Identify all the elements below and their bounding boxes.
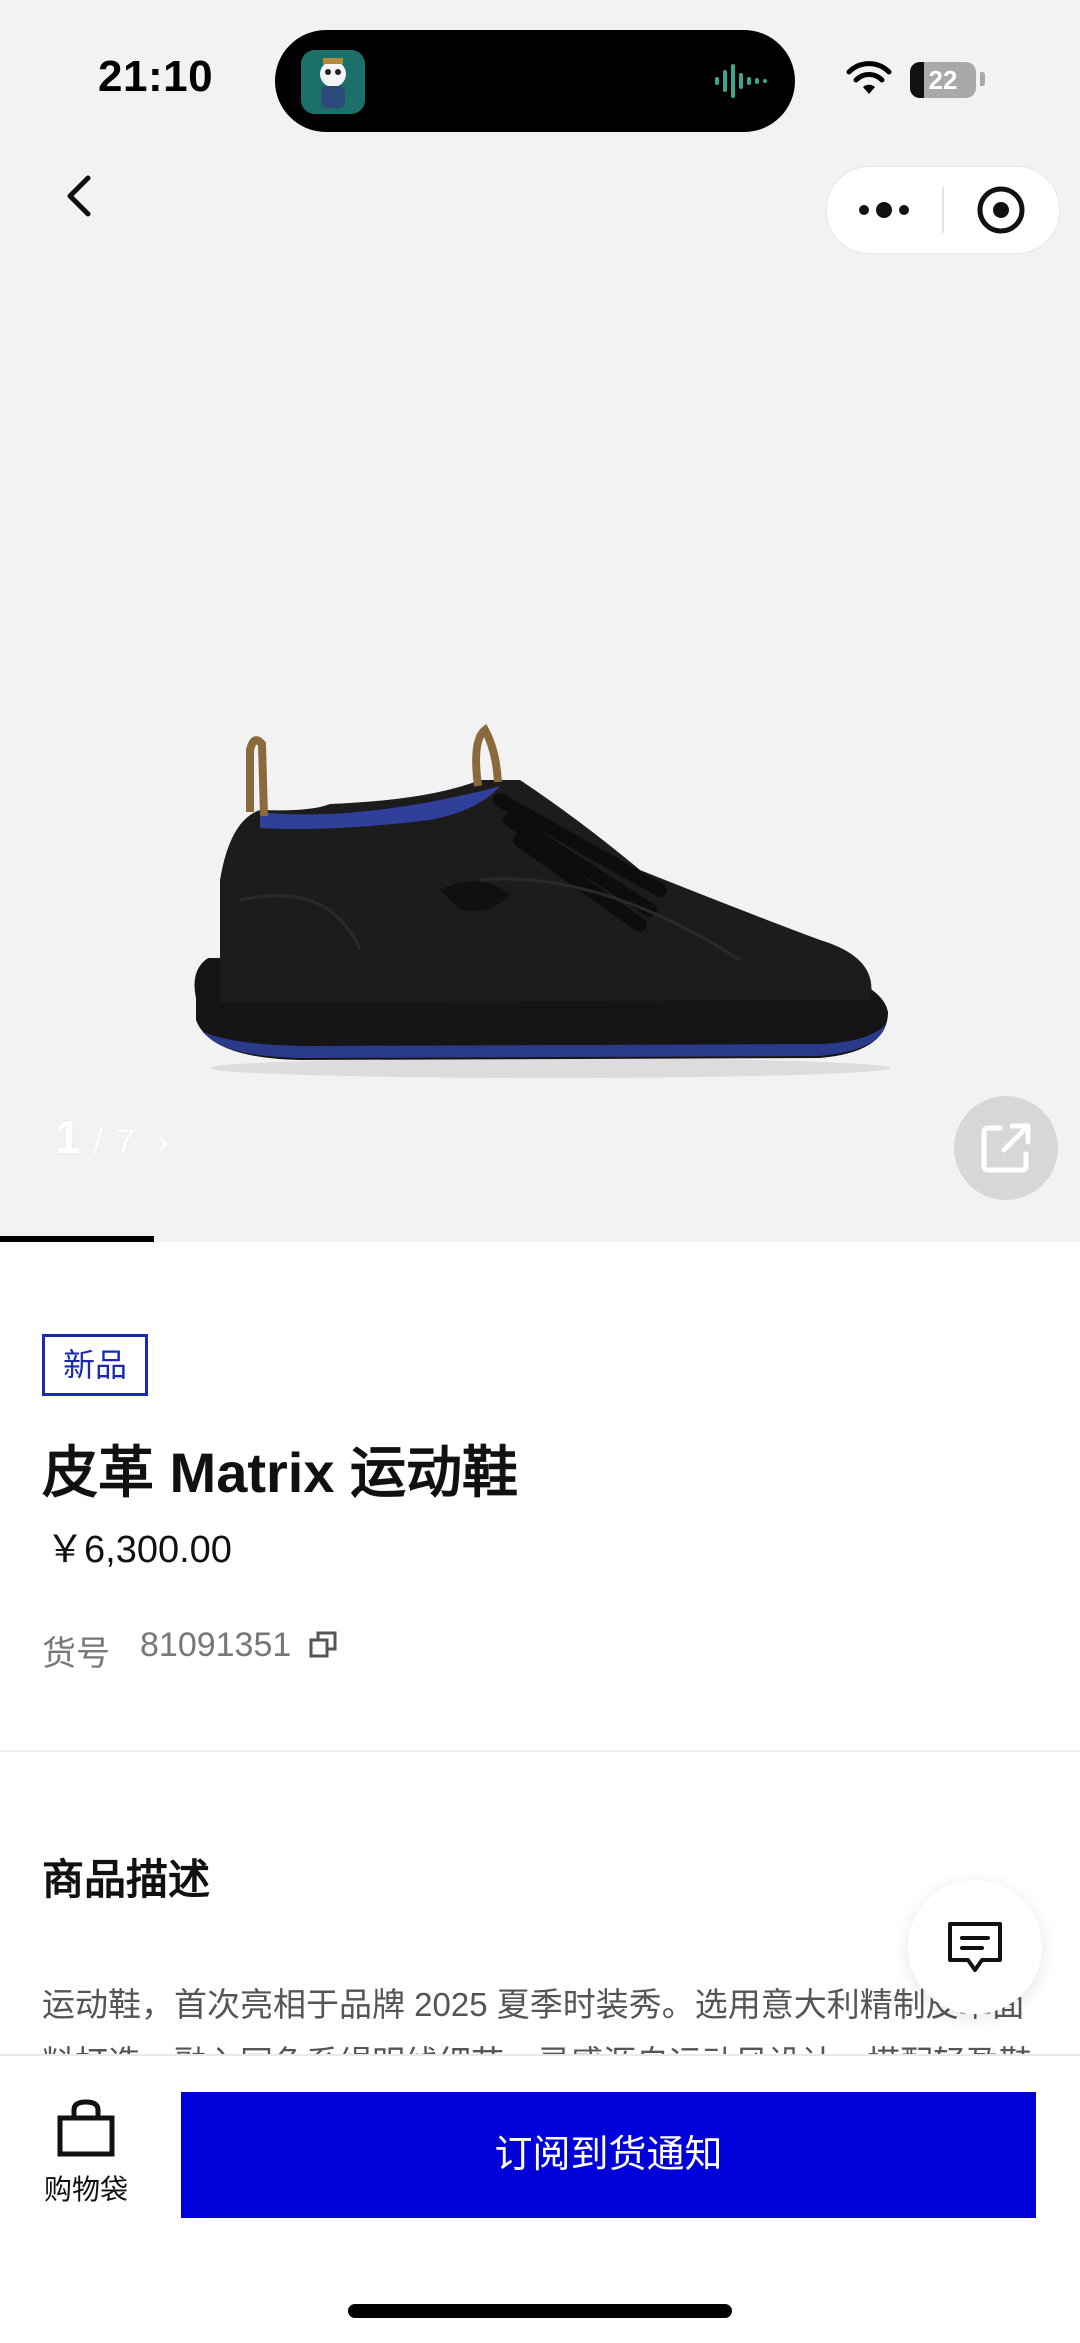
gallery-current: 1 — [55, 1111, 81, 1163]
bottom-action-bar: 购物袋 订阅到货通知 — [0, 2054, 1080, 2343]
product-shoe-image — [194, 723, 890, 1078]
audio-wave-icon — [715, 64, 767, 98]
app-avatar-icon — [301, 50, 365, 114]
description-heading: 商品描述 — [42, 1856, 211, 1903]
gallery-total: 7 — [115, 1123, 135, 1161]
new-badge: 新品 — [42, 1334, 149, 1396]
sku-value: 81091351 — [140, 1626, 292, 1664]
miniprogram-capsule — [826, 166, 1060, 254]
copy-sku-button[interactable] — [308, 1630, 338, 1665]
share-button[interactable] — [954, 1096, 1058, 1200]
description-text: 运动鞋，首次亮相于品牌 2025 夏季时装秀。选用意大利精制皮革面料打造，融入同… — [42, 1986, 1032, 2056]
battery-tip — [980, 72, 985, 86]
section-divider — [0, 1750, 1080, 1752]
shopping-bag-icon — [57, 2099, 115, 2157]
gallery-separator: / — [93, 1123, 103, 1161]
wifi-icon — [846, 61, 892, 94]
shopping-bag-button[interactable]: 购物袋 — [36, 2098, 136, 2208]
product-price: ￥6,300.00 — [46, 1529, 232, 1571]
more-options-button[interactable] — [827, 167, 942, 253]
gallery-counter: 1 / 7 › — [55, 1110, 169, 1164]
product-title: 皮革 Matrix 运动鞋 — [42, 1441, 519, 1504]
share-icon — [981, 1123, 1031, 1173]
subscribe-restock-button[interactable]: 订阅到货通知 — [181, 2092, 1036, 2218]
more-dots-icon — [859, 202, 909, 218]
battery-level: 22 — [928, 65, 958, 95]
sku-label: 货号 — [42, 1635, 110, 1673]
status-bar: 21:10 22 — [0, 0, 1080, 150]
gallery-progress-fill — [0, 1236, 155, 1242]
status-time: 21:10 — [98, 52, 214, 101]
product-image-gallery[interactable]: 21:10 22 1 / 7 › — [0, 0, 1080, 1242]
shopping-bag-label: 购物袋 — [43, 2174, 128, 2205]
back-button[interactable] — [52, 162, 112, 232]
target-close-icon — [977, 186, 1025, 234]
dynamic-island — [275, 30, 795, 132]
home-indicator — [348, 2304, 732, 2318]
gallery-progress-bar — [0, 1236, 1080, 1242]
chevron-left-icon — [67, 175, 91, 217]
copy-icon — [309, 1631, 337, 1658]
chat-icon — [948, 1922, 1002, 1972]
customer-service-button[interactable] — [908, 1880, 1042, 2014]
close-miniprogram-button[interactable] — [944, 167, 1059, 253]
chevron-right-icon: › — [157, 1123, 169, 1161]
battery-indicator: 22 — [910, 62, 976, 98]
